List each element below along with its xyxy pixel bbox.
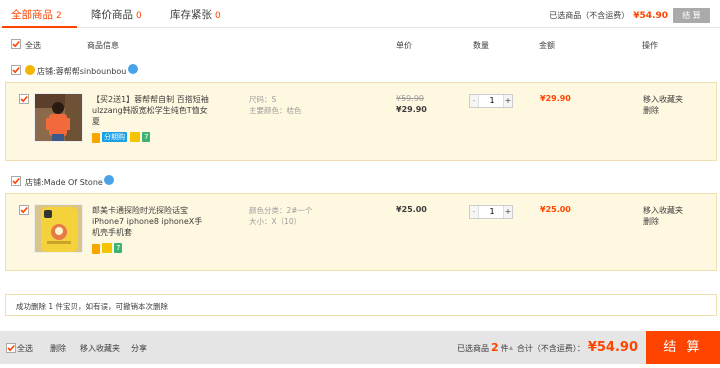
quantity-input[interactable]: 1 xyxy=(480,95,504,107)
selected-count-prefix: 已选商品 xyxy=(457,344,489,353)
item-amount: ¥29.90 xyxy=(540,94,571,103)
select-all-checkbox[interactable] xyxy=(11,39,21,49)
selected-summary: 已选商品（不含运费） ¥54.90 xyxy=(549,10,668,21)
seven-day-return-icon: 7 xyxy=(142,132,151,142)
original-price: ¥59.90 xyxy=(396,94,424,103)
seven-day-return-icon: 7 xyxy=(114,243,123,253)
header-unit-price: 单价 xyxy=(396,41,412,50)
installment-badge: 分期购 xyxy=(102,132,127,142)
tab-label: 降价商品 xyxy=(91,9,133,21)
product-thumbnail[interactable] xyxy=(34,204,83,253)
header-amount: 金额 xyxy=(539,41,555,50)
increase-button[interactable]: + xyxy=(503,206,512,218)
shop-checkbox[interactable] xyxy=(11,65,21,75)
gold-icon xyxy=(102,243,112,253)
item-amount: ¥25.00 xyxy=(540,205,571,214)
selected-summary-label: 已选商品（不含运费） xyxy=(549,11,630,20)
shop-label: 店铺: xyxy=(37,67,56,76)
selected-summary-price: ¥54.90 xyxy=(633,11,668,21)
expand-selected-icon[interactable]: ▴ xyxy=(509,343,513,352)
product-title[interactable]: 【买2送1】蓉帮帮自制 百搭短袖ulzzang韩版宽松学生纯色T恤女夏 xyxy=(92,94,210,127)
shop-checkbox[interactable] xyxy=(11,176,21,186)
decrease-button[interactable]: - xyxy=(470,95,479,107)
cart-item: 郎美卡通探险时光探险话宝iPhone7 iphone8 iphoneX手机壳手机… xyxy=(5,193,717,271)
select-all-label[interactable]: 全选 xyxy=(25,40,41,51)
selected-count-unit: 件 xyxy=(500,344,509,353)
quantity-input[interactable]: 1 xyxy=(480,206,504,218)
header-quantity: 数量 xyxy=(473,41,489,50)
credit-card-icon xyxy=(92,244,100,254)
unit-price: ¥29.90 xyxy=(396,105,427,114)
sku-color: 主要颜色：桔色 xyxy=(249,106,302,115)
bottom-select-all-checkbox[interactable] xyxy=(6,343,16,353)
quantity-stepper: - 1 + xyxy=(469,94,513,108)
decrease-button[interactable]: - xyxy=(470,206,479,218)
selected-count: 已选商品 2 件 xyxy=(457,341,509,354)
tab-low-stock[interactable]: 库存紧张 0 xyxy=(170,7,221,22)
header-operation: 操作 xyxy=(642,41,658,50)
tab-count: 0 xyxy=(136,11,142,21)
undo-delete-notice: 成功删除 1 件宝贝，如有误，可撤销本次删除 xyxy=(5,294,717,316)
move-to-favorites-link[interactable]: 移入收藏夹 xyxy=(643,205,683,216)
top-settle-button[interactable]: 结 算 xyxy=(673,8,710,23)
cart-item: 【买2送1】蓉帮帮自制 百搭短袖ulzzang韩版宽松学生纯色T恤女夏 尺码：S… xyxy=(5,82,717,161)
delete-link[interactable]: 删除 xyxy=(643,216,659,227)
shop-label: 店铺: xyxy=(25,178,44,187)
shop-name[interactable]: 蓉帮帮sinbounbou xyxy=(56,67,127,76)
total-price: ¥54.90 xyxy=(587,340,638,355)
unit-price: ¥25.00 xyxy=(396,205,427,214)
tab-all-items[interactable]: 全部商品 2 xyxy=(11,7,62,22)
cart-tabs: 全部商品 2 降价商品 0 库存紧张 0 已选商品（不含运费） ¥54.90 结 算 xyxy=(0,0,720,28)
bottom-share-link[interactable]: 分享 xyxy=(131,343,147,354)
total-label: 合计（不含运费）： xyxy=(516,344,585,353)
tab-label: 库存紧张 xyxy=(170,9,212,21)
selected-count-number: 2 xyxy=(491,341,499,354)
chat-icon[interactable] xyxy=(128,64,138,74)
shop-icon xyxy=(25,65,35,75)
bottom-select-all-label[interactable]: 全选 xyxy=(17,343,33,354)
gold-icon xyxy=(130,132,140,142)
delete-link[interactable]: 删除 xyxy=(643,105,659,116)
total-amount: 合计（不含运费）： ¥54.90 xyxy=(517,340,638,355)
chat-icon[interactable] xyxy=(104,175,114,185)
header-product-info: 商品信息 xyxy=(87,41,119,50)
sku-size: 大小：X（10） xyxy=(249,217,302,226)
item-checkbox[interactable] xyxy=(19,205,29,215)
notice-text[interactable]: 成功删除 1 件宝贝，如有误，可撤销本次删除 xyxy=(16,301,168,312)
sku-size: 尺码：S xyxy=(249,95,277,104)
shop-name[interactable]: Made Of Stone xyxy=(44,178,103,187)
product-title[interactable]: 郎美卡通探险时光探险话宝iPhone7 iphone8 iphoneX手机壳手机… xyxy=(92,205,210,238)
settle-button[interactable]: 结 算 xyxy=(646,331,720,364)
bottom-move-to-favorites-link[interactable]: 移入收藏夹 xyxy=(80,343,120,354)
bottom-delete-link[interactable]: 删除 xyxy=(50,343,66,354)
credit-card-icon xyxy=(92,133,100,143)
sku-color: 颜色分类：2#一个 xyxy=(249,206,313,215)
shop-header[interactable]: 店铺:Made Of Stone xyxy=(25,177,103,188)
active-tab-indicator xyxy=(2,26,77,28)
quantity-stepper: - 1 + xyxy=(469,205,513,219)
checkout-bar: 全选 删除 移入收藏夹 分享 已选商品 2 件 ▴ 合计（不含运费）： ¥54.90 … xyxy=(0,331,720,364)
tab-price-drop[interactable]: 降价商品 0 xyxy=(91,7,142,22)
tab-label: 全部商品 xyxy=(11,9,53,21)
increase-button[interactable]: + xyxy=(503,95,512,107)
product-thumbnail[interactable] xyxy=(34,93,83,142)
tab-count: 0 xyxy=(215,11,221,21)
move-to-favorites-link[interactable]: 移入收藏夹 xyxy=(643,94,683,105)
item-checkbox[interactable] xyxy=(19,94,29,104)
tab-count: 2 xyxy=(56,11,62,21)
shop-header[interactable]: 店铺:蓉帮帮sinbounbou xyxy=(37,66,126,77)
